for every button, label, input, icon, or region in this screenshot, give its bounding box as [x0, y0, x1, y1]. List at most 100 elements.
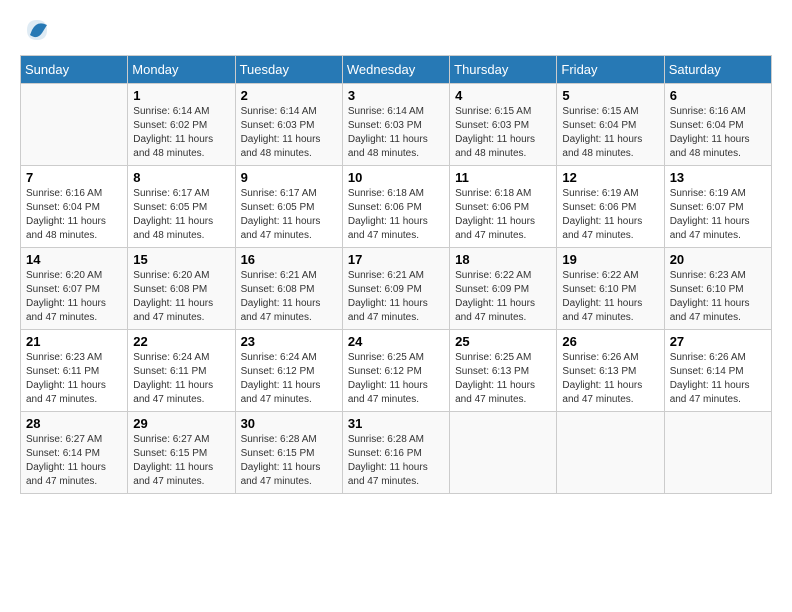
day-info: Sunrise: 6:20 AM Sunset: 6:08 PM Dayligh…: [133, 269, 229, 325]
header-day-sunday: Sunday: [21, 56, 128, 84]
calendar-cell: 21 Sunrise: 6:23 AM Sunset: 6:11 PM Dayli…: [21, 330, 128, 412]
day-info: Sunrise: 6:27 AM Sunset: 6:14 PM Dayligh…: [26, 433, 122, 489]
day-number: 28: [26, 416, 122, 431]
day-info: Sunrise: 6:28 AM Sunset: 6:15 PM Dayligh…: [241, 433, 337, 489]
day-number: 31: [348, 416, 444, 431]
day-info: Sunrise: 6:23 AM Sunset: 6:11 PM Dayligh…: [26, 351, 122, 407]
day-info: Sunrise: 6:25 AM Sunset: 6:13 PM Dayligh…: [455, 351, 551, 407]
day-info: Sunrise: 6:17 AM Sunset: 6:05 PM Dayligh…: [241, 187, 337, 243]
day-info: Sunrise: 6:15 AM Sunset: 6:03 PM Dayligh…: [455, 105, 551, 161]
day-number: 14: [26, 252, 122, 267]
week-row-5: 28 Sunrise: 6:27 AM Sunset: 6:14 PM Dayli…: [21, 412, 772, 494]
calendar-cell: 2 Sunrise: 6:14 AM Sunset: 6:03 PM Daylig…: [235, 84, 342, 166]
day-number: 2: [241, 88, 337, 103]
day-number: 10: [348, 170, 444, 185]
day-number: 13: [670, 170, 766, 185]
header-row: SundayMondayTuesdayWednesdayThursdayFrid…: [21, 56, 772, 84]
calendar-header: SundayMondayTuesdayWednesdayThursdayFrid…: [21, 56, 772, 84]
day-info: Sunrise: 6:26 AM Sunset: 6:14 PM Dayligh…: [670, 351, 766, 407]
day-number: 22: [133, 334, 229, 349]
calendar-cell: 3 Sunrise: 6:14 AM Sunset: 6:03 PM Daylig…: [342, 84, 449, 166]
day-info: Sunrise: 6:14 AM Sunset: 6:03 PM Dayligh…: [348, 105, 444, 161]
calendar-cell: 14 Sunrise: 6:20 AM Sunset: 6:07 PM Dayli…: [21, 248, 128, 330]
calendar-cell: 28 Sunrise: 6:27 AM Sunset: 6:14 PM Dayli…: [21, 412, 128, 494]
day-info: Sunrise: 6:17 AM Sunset: 6:05 PM Dayligh…: [133, 187, 229, 243]
day-number: 15: [133, 252, 229, 267]
day-number: 4: [455, 88, 551, 103]
day-info: Sunrise: 6:22 AM Sunset: 6:09 PM Dayligh…: [455, 269, 551, 325]
day-number: 25: [455, 334, 551, 349]
day-info: Sunrise: 6:27 AM Sunset: 6:15 PM Dayligh…: [133, 433, 229, 489]
calendar-cell: 13 Sunrise: 6:19 AM Sunset: 6:07 PM Dayli…: [664, 166, 771, 248]
day-number: 24: [348, 334, 444, 349]
calendar-cell: 11Sunrise: 6:18 AM Sunset: 6:06 PM Dayli…: [450, 166, 557, 248]
week-row-3: 14 Sunrise: 6:20 AM Sunset: 6:07 PM Dayli…: [21, 248, 772, 330]
day-info: Sunrise: 6:19 AM Sunset: 6:06 PM Dayligh…: [562, 187, 658, 243]
calendar-cell: 1 Sunrise: 6:14 AM Sunset: 6:02 PM Daylig…: [128, 84, 235, 166]
calendar-cell: 26 Sunrise: 6:26 AM Sunset: 6:13 PM Dayli…: [557, 330, 664, 412]
calendar-table: SundayMondayTuesdayWednesdayThursdayFrid…: [20, 55, 772, 494]
header-day-saturday: Saturday: [664, 56, 771, 84]
day-number: 16: [241, 252, 337, 267]
calendar-cell: 18Sunrise: 6:22 AM Sunset: 6:09 PM Dayli…: [450, 248, 557, 330]
day-number: 17: [348, 252, 444, 267]
day-number: 5: [562, 88, 658, 103]
week-row-1: 1 Sunrise: 6:14 AM Sunset: 6:02 PM Daylig…: [21, 84, 772, 166]
calendar-cell: 10 Sunrise: 6:18 AM Sunset: 6:06 PM Dayli…: [342, 166, 449, 248]
day-info: Sunrise: 6:24 AM Sunset: 6:12 PM Dayligh…: [241, 351, 337, 407]
day-info: Sunrise: 6:14 AM Sunset: 6:03 PM Dayligh…: [241, 105, 337, 161]
calendar-cell: 9 Sunrise: 6:17 AM Sunset: 6:05 PM Daylig…: [235, 166, 342, 248]
calendar-cell: 4 Sunrise: 6:15 AM Sunset: 6:03 PM Daylig…: [450, 84, 557, 166]
day-info: Sunrise: 6:18 AM Sunset: 6:06 PM Dayligh…: [348, 187, 444, 243]
week-row-2: 7 Sunrise: 6:16 AM Sunset: 6:04 PM Daylig…: [21, 166, 772, 248]
day-number: 29: [133, 416, 229, 431]
logo: [20, 20, 52, 45]
day-info: Sunrise: 6:19 AM Sunset: 6:07 PM Dayligh…: [670, 187, 766, 243]
day-info: Sunrise: 6:26 AM Sunset: 6:13 PM Dayligh…: [562, 351, 658, 407]
day-info: Sunrise: 6:24 AM Sunset: 6:11 PM Dayligh…: [133, 351, 229, 407]
day-number: 20: [670, 252, 766, 267]
header-day-wednesday: Wednesday: [342, 56, 449, 84]
day-info: Sunrise: 6:16 AM Sunset: 6:04 PM Dayligh…: [670, 105, 766, 161]
calendar-cell: [557, 412, 664, 494]
day-number: 23: [241, 334, 337, 349]
calendar-cell: 17 Sunrise: 6:21 AM Sunset: 6:09 PM Dayli…: [342, 248, 449, 330]
day-number: 27: [670, 334, 766, 349]
header-day-monday: Monday: [128, 56, 235, 84]
week-row-4: 21 Sunrise: 6:23 AM Sunset: 6:11 PM Dayli…: [21, 330, 772, 412]
header-day-friday: Friday: [557, 56, 664, 84]
calendar-cell: 25 Sunrise: 6:25 AM Sunset: 6:13 PM Dayli…: [450, 330, 557, 412]
calendar-cell: 27 Sunrise: 6:26 AM Sunset: 6:14 PM Dayli…: [664, 330, 771, 412]
day-info: Sunrise: 6:21 AM Sunset: 6:09 PM Dayligh…: [348, 269, 444, 325]
day-number: 9: [241, 170, 337, 185]
day-number: 3: [348, 88, 444, 103]
page-header: [20, 20, 772, 45]
day-number: 7: [26, 170, 122, 185]
day-number: 26: [562, 334, 658, 349]
day-number: 12: [562, 170, 658, 185]
day-number: 19: [562, 252, 658, 267]
calendar-cell: 20 Sunrise: 6:23 AM Sunset: 6:10 PM Dayli…: [664, 248, 771, 330]
header-day-tuesday: Tuesday: [235, 56, 342, 84]
calendar-cell: 31 Sunrise: 6:28 AM Sunset: 6:16 PM Dayli…: [342, 412, 449, 494]
calendar-cell: 15 Sunrise: 6:20 AM Sunset: 6:08 PM Dayli…: [128, 248, 235, 330]
day-info: Sunrise: 6:15 AM Sunset: 6:04 PM Dayligh…: [562, 105, 658, 161]
logo-text: [20, 20, 52, 45]
day-number: 11: [455, 170, 551, 185]
calendar-cell: 7 Sunrise: 6:16 AM Sunset: 6:04 PM Daylig…: [21, 166, 128, 248]
day-info: Sunrise: 6:21 AM Sunset: 6:08 PM Dayligh…: [241, 269, 337, 325]
day-info: Sunrise: 6:20 AM Sunset: 6:07 PM Dayligh…: [26, 269, 122, 325]
calendar-cell: 30 Sunrise: 6:28 AM Sunset: 6:15 PM Dayli…: [235, 412, 342, 494]
header-day-thursday: Thursday: [450, 56, 557, 84]
day-info: Sunrise: 6:14 AM Sunset: 6:02 PM Dayligh…: [133, 105, 229, 161]
day-info: Sunrise: 6:28 AM Sunset: 6:16 PM Dayligh…: [348, 433, 444, 489]
calendar-cell: 6Sunrise: 6:16 AM Sunset: 6:04 PM Daylig…: [664, 84, 771, 166]
calendar-cell: 12 Sunrise: 6:19 AM Sunset: 6:06 PM Dayli…: [557, 166, 664, 248]
day-info: Sunrise: 6:23 AM Sunset: 6:10 PM Dayligh…: [670, 269, 766, 325]
day-number: 1: [133, 88, 229, 103]
calendar-body: 1 Sunrise: 6:14 AM Sunset: 6:02 PM Daylig…: [21, 84, 772, 494]
day-number: 21: [26, 334, 122, 349]
day-info: Sunrise: 6:22 AM Sunset: 6:10 PM Dayligh…: [562, 269, 658, 325]
day-number: 30: [241, 416, 337, 431]
day-info: Sunrise: 6:16 AM Sunset: 6:04 PM Dayligh…: [26, 187, 122, 243]
